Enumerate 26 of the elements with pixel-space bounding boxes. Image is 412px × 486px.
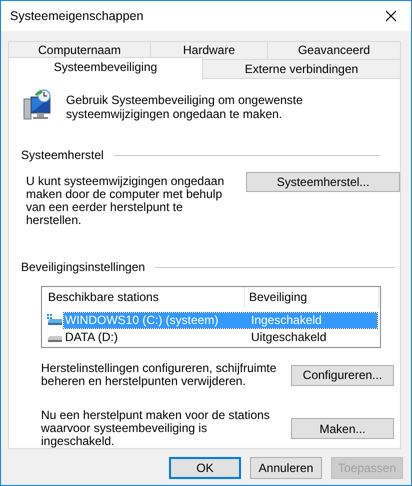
window-title: Systeemeigenschappen: [10, 9, 144, 23]
tab[interactable]: Systeembeveiliging: [8, 57, 203, 80]
system-drive-icon: [47, 314, 63, 326]
action-button[interactable]: Maken...: [291, 418, 394, 439]
action-button[interactable]: Configureren...: [291, 364, 394, 386]
action-description: Nu een herstelpunt maken voor de stations waarvoor systeembeveiliging is ingeschakeld.: [41, 409, 271, 448]
column-header[interactable]: Beveiliging: [245, 287, 379, 308]
computer-restore-icon: [23, 89, 53, 121]
system-restore-button[interactable]: Systeemherstel...: [246, 172, 400, 192]
protection-status: Ingeschakeld: [250, 312, 322, 328]
section-heading: Systeemherstel: [21, 148, 104, 162]
tab[interactable]: Externe verbindingen: [203, 59, 401, 78]
tab[interactable]: Geavanceerd: [268, 41, 401, 59]
column-header[interactable]: Beschikbare stations: [42, 287, 245, 308]
dialog-button[interactable]: OK: [169, 457, 241, 479]
action-description: Herstelinstellingen configureren, schijfruimte beheren en herstelpunten verwijderen.: [41, 362, 278, 388]
intro-text: Gebruik Systeembeveiliging om ongewenste systeemwijzigingen ongedaan te maken.: [66, 93, 304, 121]
protection-status: Uitgeschakeld: [250, 330, 326, 344]
tab[interactable]: Hardware: [151, 41, 268, 59]
section-heading: Beveiligingsinstellingen: [21, 260, 146, 274]
dialog-button[interactable]: Annuleren: [250, 457, 322, 479]
table-row[interactable]: DATA (D:) Uitgeschakeld: [64, 330, 377, 344]
close-icon[interactable]: [385, 10, 397, 22]
drive-name: DATA (D:): [64, 330, 119, 344]
restore-description: U kunt systeemwijzigingen ongedaan maken door de computer met behulp van een eerder herstelpunt te herstellen.: [26, 175, 226, 227]
drive-name: WINDOWS10 (C:) (systeem): [64, 312, 220, 328]
